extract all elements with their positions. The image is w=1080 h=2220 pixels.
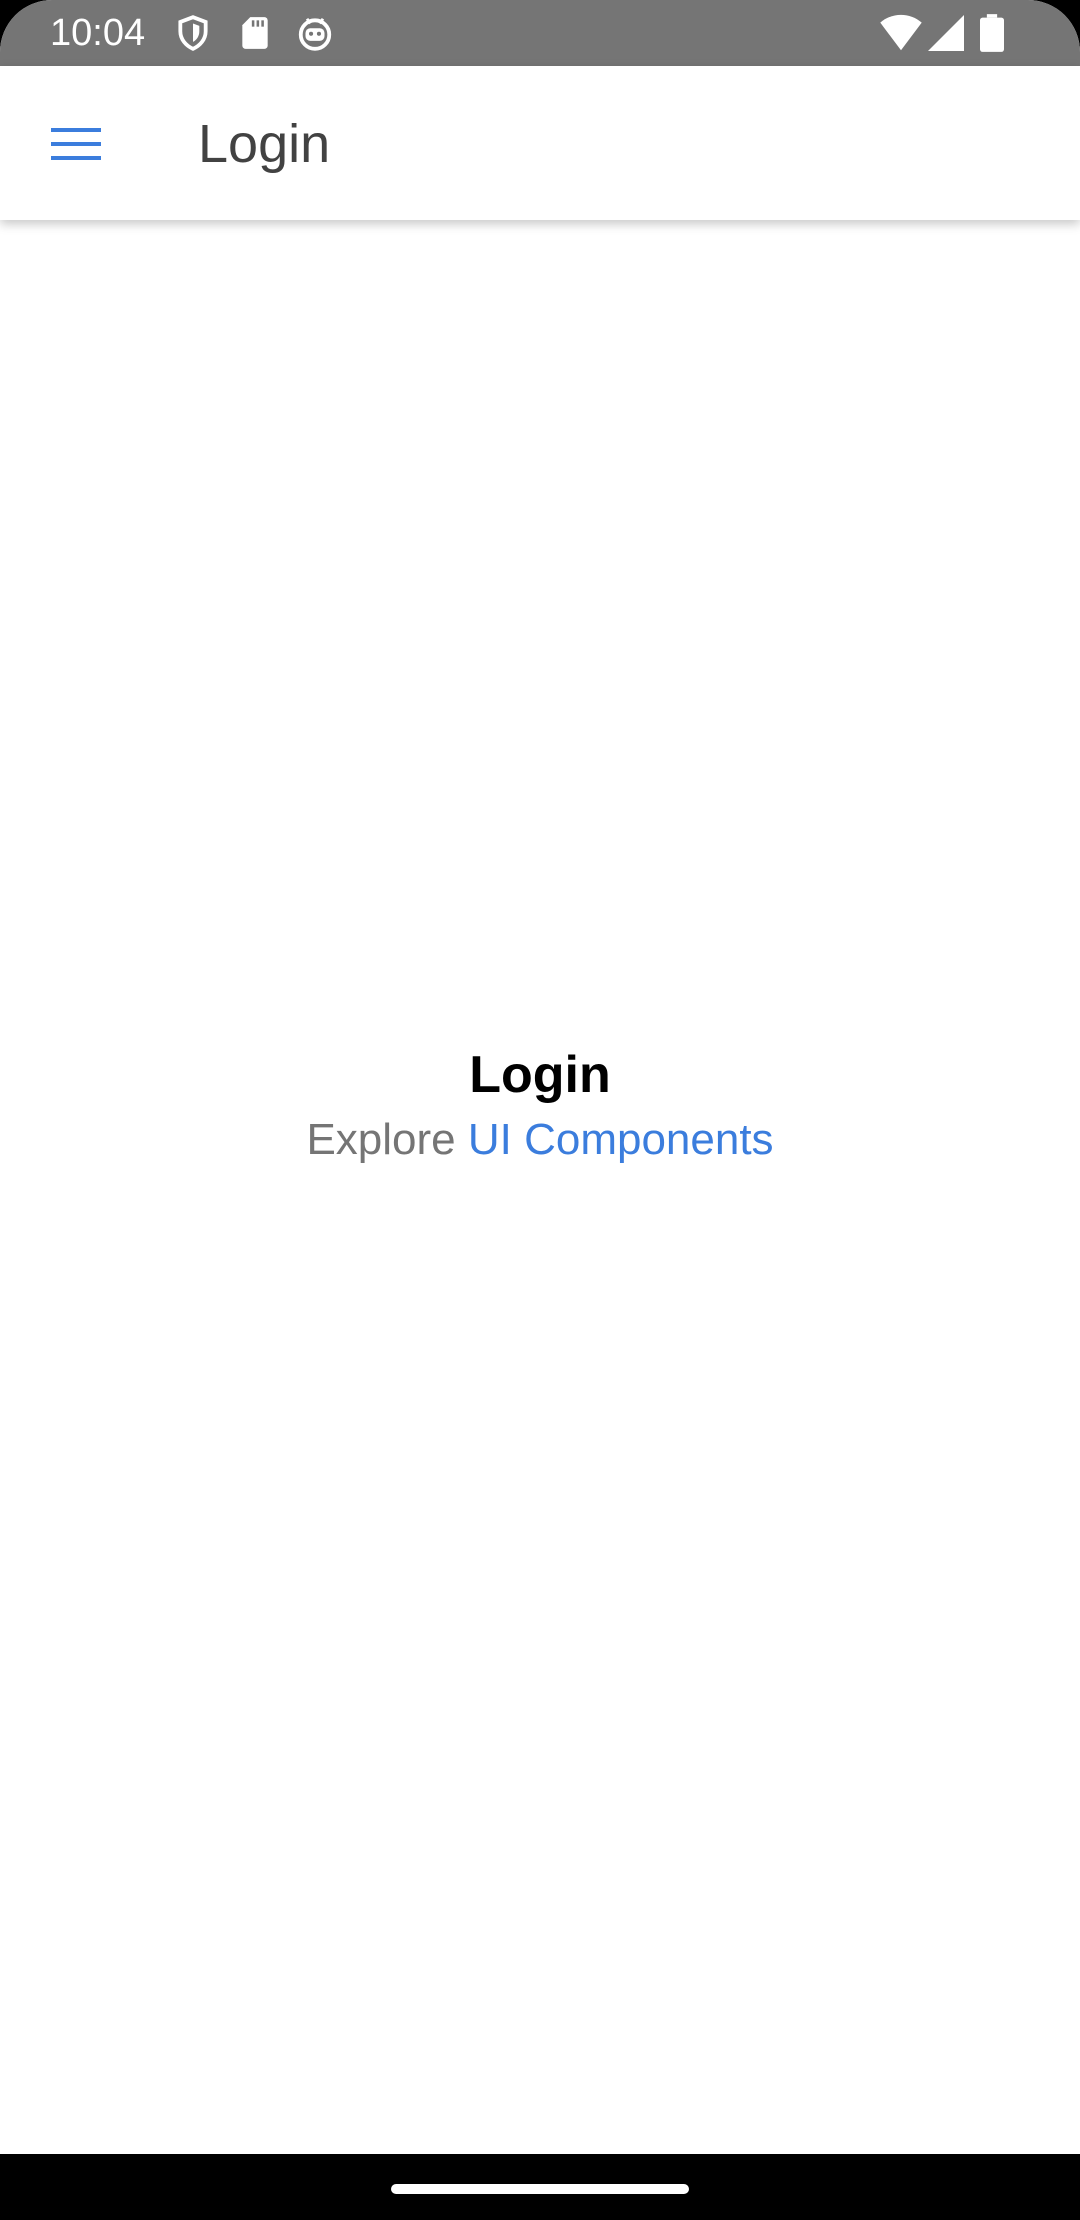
navigation-bar — [0, 2154, 1080, 2220]
hamburger-menu-icon — [51, 128, 101, 160]
android-face-icon — [296, 14, 334, 52]
wifi-icon — [880, 14, 922, 52]
shield-icon — [174, 14, 212, 52]
main-content: Login Explore UI Components — [0, 220, 1080, 2154]
app-window: 10:04 Login Login Explore UI Components — [0, 0, 1080, 2154]
page-title: Login — [469, 1046, 611, 1104]
hamburger-menu-button[interactable] — [36, 112, 116, 176]
signal-icon — [928, 14, 966, 52]
home-gesture-handle[interactable] — [391, 2184, 689, 2194]
explore-text: Explore — [306, 1115, 456, 1164]
app-bar: Login — [0, 66, 1080, 220]
status-bar: 10:04 — [0, 0, 1080, 66]
explore-line: Explore UI Components — [0, 1110, 1080, 1170]
login-placeholder: Login Explore UI Components — [0, 1040, 1080, 1170]
sd-card-icon — [236, 14, 274, 52]
ui-components-link[interactable]: UI Components — [468, 1115, 774, 1164]
app-bar-title: Login — [198, 114, 331, 174]
battery-icon — [980, 14, 1004, 52]
status-time: 10:04 — [50, 12, 146, 54]
screen: 10:04 Login Login Explore UI Components — [0, 0, 1080, 2220]
